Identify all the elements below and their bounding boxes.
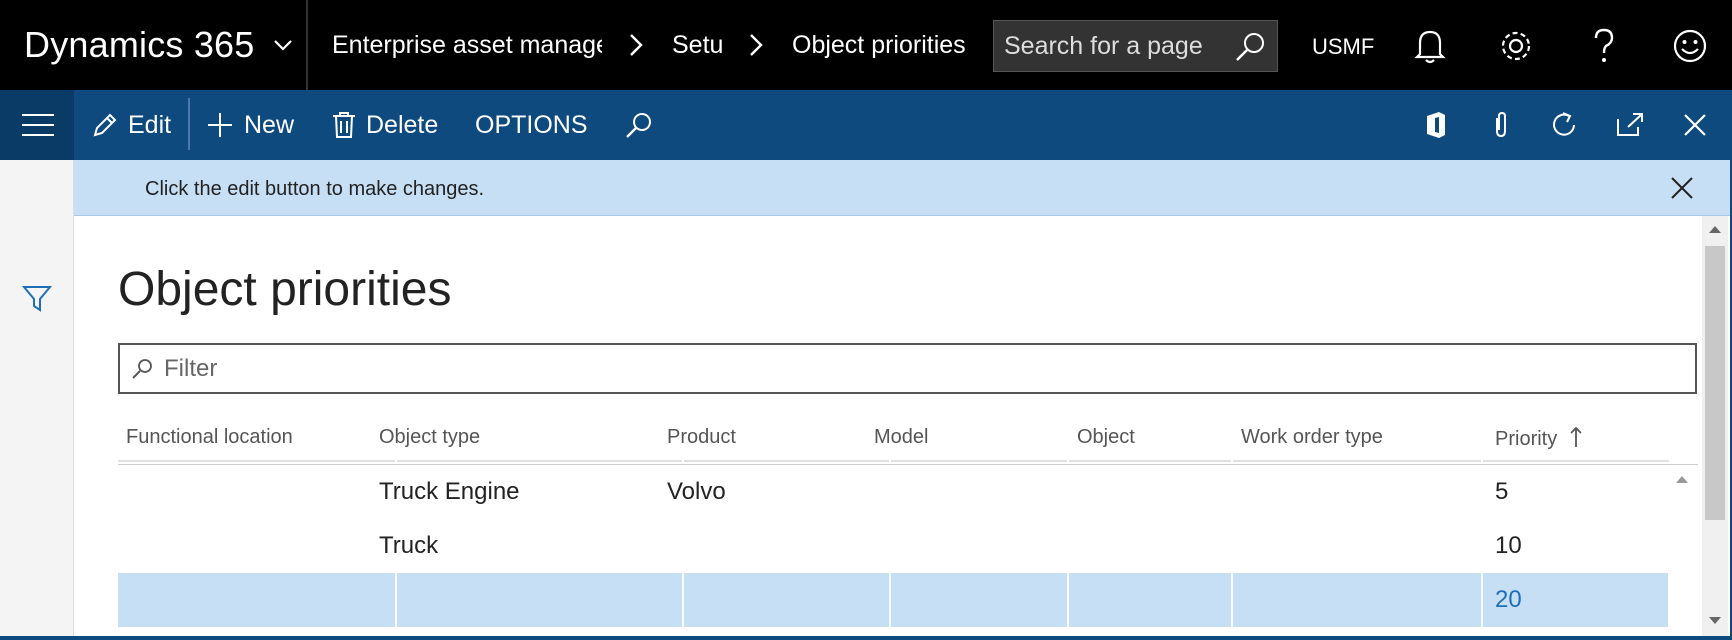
scroll-down-arrow-icon[interactable] [1708, 616, 1722, 626]
column-header-product[interactable]: Product [667, 426, 736, 449]
chevron-right-icon [750, 34, 763, 56]
trash-icon [333, 112, 355, 138]
smiley-feedback-icon[interactable] [1672, 26, 1708, 66]
column-divider [684, 460, 889, 464]
column-divider [1231, 573, 1233, 627]
column-divider [1483, 460, 1669, 464]
navigation-menu-button[interactable] [0, 90, 74, 160]
plus-icon [208, 113, 232, 137]
filter-pane-strip [0, 160, 74, 640]
action-search-button[interactable] [624, 90, 664, 160]
app-switcher[interactable]: Dynamics 365 [0, 0, 308, 90]
open-in-new-window-icon[interactable] [1615, 110, 1645, 140]
cell-product: Volvo [667, 478, 726, 505]
message-bar: Click the edit button to make changes. [74, 160, 1732, 216]
column-divider [395, 573, 397, 627]
scrollbar-thumb[interactable] [1705, 246, 1725, 520]
new-button[interactable]: New [206, 90, 294, 160]
breadcrumb: Enterprise asset management Setup Object… [332, 0, 966, 90]
table-row[interactable]: Truck 10 [118, 519, 1698, 573]
column-divider [889, 573, 891, 627]
column-divider [1233, 460, 1481, 464]
filter-input[interactable] [164, 353, 1664, 385]
options-tab[interactable]: OPTIONS [475, 90, 588, 160]
edit-button-label: Edit [128, 110, 172, 139]
help-icon[interactable] [1586, 26, 1622, 66]
new-button-label: New [244, 110, 295, 139]
search-icon [626, 113, 651, 138]
breadcrumb-module[interactable]: Enterprise asset management [332, 31, 602, 60]
object-priorities-grid: Functional location Object type Product … [118, 412, 1698, 627]
edit-button[interactable]: Edit [92, 90, 171, 160]
cell-object-type: Truck [379, 532, 439, 559]
breadcrumb-section[interactable]: Setup [672, 31, 722, 60]
delete-button-label: Delete [366, 110, 439, 139]
action-pane: Edit New Delete OPTIONS [0, 90, 1732, 160]
column-header-priority-label: Priority [1495, 428, 1558, 450]
table-row[interactable]: Truck Engine Volvo 5 [118, 465, 1698, 519]
table-row-selected[interactable]: 20 [118, 573, 1668, 627]
action-divider [188, 98, 190, 150]
gear-icon[interactable] [1498, 26, 1534, 66]
page-vertical-scrollbar[interactable] [1702, 216, 1728, 640]
refresh-icon[interactable] [1550, 110, 1580, 140]
hamburger-icon [22, 114, 54, 136]
column-divider [118, 460, 395, 464]
column-divider [1069, 460, 1231, 464]
page-title: Object priorities [118, 263, 452, 316]
paperclip-icon[interactable] [1486, 110, 1516, 140]
column-divider [1481, 573, 1483, 627]
scroll-up-arrow-icon[interactable] [1708, 224, 1722, 234]
column-divider [1067, 573, 1069, 627]
filter-icon[interactable] [22, 284, 52, 314]
cell-priority: 10 [1495, 532, 1522, 559]
column-header-object[interactable]: Object [1077, 426, 1135, 449]
column-header-object-type[interactable]: Object type [379, 426, 480, 449]
close-icon[interactable] [1680, 110, 1710, 140]
column-divider [682, 573, 684, 627]
delete-button[interactable]: Delete [332, 90, 438, 160]
cell-object-type: Truck Engine [379, 478, 520, 505]
column-header-work-order-type[interactable]: Work order type [1241, 426, 1383, 449]
bell-icon[interactable] [1412, 26, 1448, 66]
options-tab-label: OPTIONS [475, 110, 588, 139]
breadcrumb-page[interactable]: Object priorities [792, 31, 966, 60]
column-header-functional-location[interactable]: Functional location [126, 426, 293, 449]
page-search-input[interactable]: Search for a page [993, 20, 1278, 72]
window-border [0, 636, 1732, 640]
cell-priority: 5 [1495, 478, 1509, 505]
quick-filter[interactable] [118, 343, 1697, 394]
message-text: Click the edit button to make changes. [145, 178, 485, 200]
search-icon [132, 359, 152, 379]
column-header-priority[interactable]: Priority [1495, 426, 1583, 451]
chevron-right-icon [630, 34, 643, 56]
pencil-icon [93, 113, 117, 137]
column-divider [891, 460, 1067, 464]
chevron-down-icon [273, 40, 292, 51]
top-navigation-bar: Dynamics 365 Enterprise asset management… [0, 0, 1732, 90]
close-icon[interactable] [1668, 174, 1696, 202]
search-placeholder: Search for a page [1004, 31, 1203, 60]
app-title: Dynamics 365 [24, 24, 255, 65]
column-header-model[interactable]: Model [874, 426, 928, 449]
grid-header: Functional location Object type Product … [118, 412, 1698, 465]
grid-scroll-up-icon[interactable] [1675, 474, 1689, 484]
company-selector[interactable]: USMF [1312, 34, 1374, 60]
cell-priority[interactable]: 20 [1495, 586, 1522, 614]
sort-ascending-arrow-icon [1570, 426, 1582, 447]
office-icon[interactable] [1421, 110, 1451, 140]
search-icon[interactable] [1233, 30, 1267, 64]
column-divider [397, 460, 682, 464]
